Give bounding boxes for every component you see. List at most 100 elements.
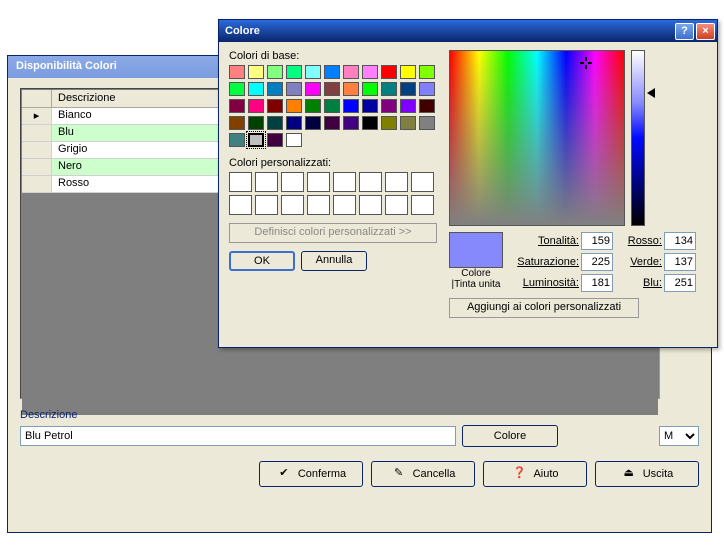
color-sample — [449, 232, 503, 268]
basic-color-swatch[interactable] — [286, 82, 302, 96]
size-select[interactable]: M — [659, 426, 699, 446]
basic-color-swatch[interactable] — [362, 116, 378, 130]
custom-color-swatch[interactable] — [307, 172, 330, 192]
help-button[interactable]: ? — [675, 23, 694, 40]
custom-color-swatch[interactable] — [385, 172, 408, 192]
add-custom-button[interactable]: Aggiungi ai colori personalizzati — [449, 298, 639, 318]
basic-color-swatch[interactable] — [286, 116, 302, 130]
green-input[interactable] — [664, 253, 696, 271]
basic-color-swatch[interactable] — [248, 99, 264, 113]
button-label: Uscita — [643, 468, 674, 480]
basic-color-swatch[interactable] — [267, 116, 283, 130]
ok-button[interactable]: OK — [229, 251, 295, 271]
basic-color-swatch[interactable] — [305, 99, 321, 113]
check-icon: ✔ — [276, 466, 292, 482]
basic-color-swatch[interactable] — [419, 82, 435, 96]
custom-color-swatch[interactable] — [255, 172, 278, 192]
custom-color-swatch[interactable] — [307, 195, 330, 215]
basic-color-swatch[interactable] — [324, 116, 340, 130]
basic-color-swatch[interactable] — [248, 65, 264, 79]
basic-color-swatch[interactable] — [324, 65, 340, 79]
basic-color-swatch[interactable] — [381, 82, 397, 96]
basic-color-swatch[interactable] — [400, 116, 416, 130]
basic-color-swatch[interactable] — [267, 65, 283, 79]
basic-color-swatch[interactable] — [248, 116, 264, 130]
colore-button-label: Colore — [494, 430, 526, 442]
exit-icon: ⏏ — [621, 466, 637, 482]
basic-color-swatch[interactable] — [286, 133, 302, 147]
close-icon: × — [702, 25, 708, 37]
basic-color-swatch[interactable] — [324, 82, 340, 96]
custom-color-swatch[interactable] — [359, 172, 382, 192]
descrizione-label: Descrizione — [20, 409, 699, 421]
basic-color-swatch[interactable] — [362, 82, 378, 96]
colore-button[interactable]: Colore — [462, 425, 558, 447]
custom-color-swatch[interactable] — [411, 172, 434, 192]
basic-color-swatch[interactable] — [267, 99, 283, 113]
basic-color-swatch[interactable] — [419, 99, 435, 113]
descrizione-input[interactable] — [20, 426, 456, 446]
basic-color-swatch[interactable] — [305, 65, 321, 79]
custom-color-swatch[interactable] — [385, 195, 408, 215]
button-label: Cancella — [413, 468, 456, 480]
basic-color-swatch[interactable] — [343, 82, 359, 96]
dialog-titlebar[interactable]: Colore ? × — [219, 20, 717, 42]
custom-color-swatch[interactable] — [281, 172, 304, 192]
luminance-slider[interactable] — [631, 50, 645, 226]
basic-color-swatch[interactable] — [229, 116, 245, 130]
custom-color-swatch[interactable] — [333, 195, 356, 215]
hue-input[interactable] — [581, 232, 613, 250]
custom-color-swatch[interactable] — [229, 172, 252, 192]
row-selector-icon: ▸ — [22, 108, 52, 124]
basic-color-swatch[interactable] — [381, 99, 397, 113]
basic-color-swatch[interactable] — [362, 65, 378, 79]
basic-color-swatch[interactable] — [400, 65, 416, 79]
basic-color-swatch[interactable] — [305, 82, 321, 96]
basic-color-swatch[interactable] — [400, 82, 416, 96]
red-input[interactable] — [664, 232, 696, 250]
basic-color-swatch[interactable] — [286, 65, 302, 79]
basic-color-swatch[interactable] — [381, 65, 397, 79]
basic-color-swatch[interactable] — [305, 116, 321, 130]
basic-color-swatch[interactable] — [286, 99, 302, 113]
aiuto-button[interactable]: ❓ Aiuto — [483, 461, 587, 487]
basic-color-swatch[interactable] — [229, 65, 245, 79]
basic-color-swatch[interactable] — [419, 116, 435, 130]
custom-color-swatch[interactable] — [411, 195, 434, 215]
lum-input[interactable] — [581, 274, 613, 292]
basic-color-swatch[interactable] — [362, 99, 378, 113]
basic-color-swatch[interactable] — [343, 99, 359, 113]
help-icon: ❓ — [511, 466, 527, 482]
custom-color-swatch[interactable] — [255, 195, 278, 215]
color-picker[interactable] — [449, 50, 625, 226]
basic-color-swatch[interactable] — [419, 65, 435, 79]
basic-colors-label: Colori di base: — [229, 50, 439, 62]
basic-color-swatch[interactable] — [400, 99, 416, 113]
blue-input[interactable] — [664, 274, 696, 292]
cancel-button[interactable]: Annulla — [301, 251, 367, 271]
close-button[interactable]: × — [696, 23, 715, 40]
custom-color-swatch[interactable] — [333, 172, 356, 192]
basic-color-swatch[interactable] — [381, 116, 397, 130]
basic-color-swatch[interactable] — [229, 133, 245, 147]
uscita-button[interactable]: ⏏ Uscita — [595, 461, 699, 487]
custom-color-grid — [229, 172, 437, 215]
conferma-button[interactable]: ✔Conferma — [259, 461, 363, 487]
button-label: Aiuto — [533, 468, 558, 480]
basic-color-swatch[interactable] — [229, 82, 245, 96]
basic-color-swatch[interactable] — [343, 116, 359, 130]
custom-color-swatch[interactable] — [281, 195, 304, 215]
sat-input[interactable] — [581, 253, 613, 271]
basic-color-swatch[interactable] — [248, 82, 264, 96]
basic-color-swatch[interactable] — [267, 133, 283, 147]
basic-color-swatch[interactable] — [248, 133, 264, 147]
basic-color-swatch[interactable] — [267, 82, 283, 96]
custom-color-swatch[interactable] — [229, 195, 252, 215]
basic-color-swatch[interactable] — [229, 99, 245, 113]
basic-color-swatch[interactable] — [324, 99, 340, 113]
cancella-button[interactable]: ✎Cancella — [371, 461, 475, 487]
custom-color-swatch[interactable] — [359, 195, 382, 215]
custom-colors-label: Colori personalizzati: — [229, 157, 439, 169]
lum-label: Luminosità: — [509, 277, 579, 289]
basic-color-swatch[interactable] — [343, 65, 359, 79]
